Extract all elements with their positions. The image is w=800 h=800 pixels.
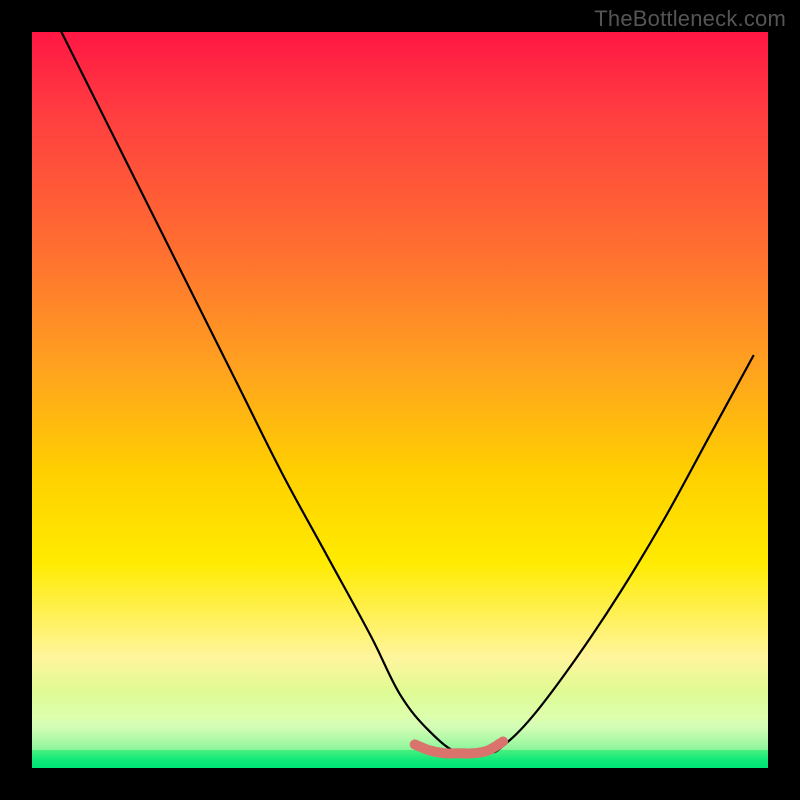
watermark-text: TheBottleneck.com [594,6,786,32]
bottleneck-curve [61,32,753,755]
curve-layer [32,32,768,768]
chart-stage: TheBottleneck.com [0,0,800,800]
optimal-zone-marker [415,742,503,754]
